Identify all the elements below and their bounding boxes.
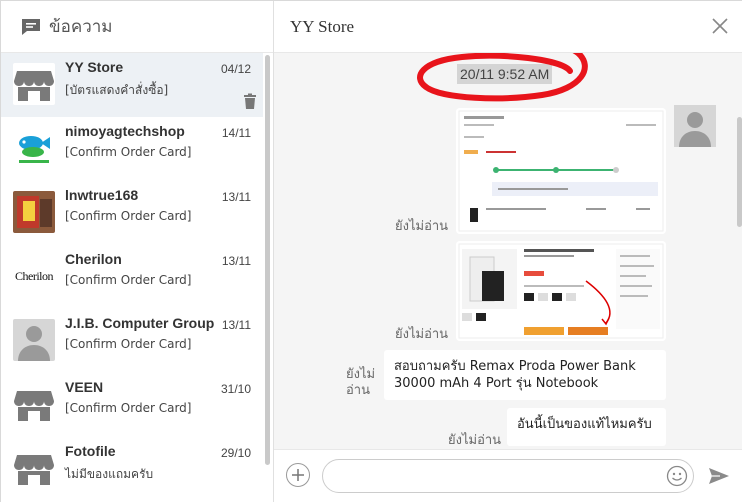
person-icon	[13, 319, 55, 361]
conversation-preview: ไม่มีของแถมครับ	[65, 467, 154, 481]
product-page-image[interactable]	[456, 241, 666, 341]
conversation-name: VEEN	[65, 379, 104, 395]
message-bubble: อันนี้เป็นของแท้ไหมครับ	[507, 408, 666, 446]
chat-store-name: YY Store	[290, 17, 355, 36]
fish-logo	[13, 127, 55, 169]
conversation-preview: [Confirm Order Card]	[65, 337, 192, 351]
sidebar-header: ข้อความ	[1, 1, 273, 53]
read-status: ยังไม่อ่าน	[448, 433, 502, 448]
message-input[interactable]	[322, 459, 694, 493]
conversation-date: 04/12	[220, 62, 251, 76]
conversation-name: YY Store	[65, 59, 124, 75]
chat-panel: YY Store 20/11 9:52 AM ยังไม่อ่าน ยังไม่…	[274, 1, 742, 502]
conversation-name: Fotofile	[65, 443, 116, 459]
conversation-preview: [Confirm Order Card]	[65, 145, 192, 159]
attach-plus-button[interactable]	[286, 463, 310, 487]
conversation-date: 13/11	[221, 254, 251, 268]
conversation-item[interactable]: Fotofile 29/10 ไม่มีของแถมครับ	[1, 437, 263, 501]
conversation-date: 29/10	[220, 446, 251, 460]
conversation-preview: [บัตรแสดงคำสั่งซื้อ]	[65, 83, 169, 97]
read-status: ยังไม่อ่าน	[395, 327, 449, 342]
conversation-preview: [Confirm Order Card]	[65, 273, 192, 287]
chat-icon	[21, 18, 41, 36]
message-area: 20/11 9:52 AM ยังไม่อ่าน ยังไม่อ่าน ยังไ…	[274, 53, 742, 449]
emoji-icon[interactable]	[666, 465, 688, 487]
conversation-date: 13/11	[221, 190, 251, 204]
message-composer	[274, 449, 742, 502]
conversation-date: 14/11	[221, 126, 251, 140]
message-scrollbar[interactable]	[737, 117, 742, 227]
store-icon	[13, 383, 55, 425]
chat-window: ข้อความ YY Store 04/12 [บัตรแสดงคำสั่งซื…	[0, 0, 742, 502]
plus-icon	[292, 469, 304, 481]
conversation-item[interactable]: Cherilon Cherilon 13/11 [Confirm Order C…	[1, 245, 263, 309]
conversation-item[interactable]: J.I.B. Computer Group 13/11 [Confirm Ord…	[1, 309, 263, 373]
chat-header: YY Store	[274, 1, 742, 53]
message-bubble: สอบถามครับ Remax Proda Power Bank 30000 …	[384, 350, 666, 400]
conversation-item[interactable]: nimoyagtechshop 14/11 [Confirm Order Car…	[1, 117, 263, 181]
conversation-name: Cherilon	[65, 251, 122, 267]
close-icon[interactable]	[711, 17, 729, 35]
conversation-item[interactable]: lnwtrue168 13/11 [Confirm Order Card]	[1, 181, 263, 245]
product-photo	[13, 191, 55, 233]
store-icon	[13, 63, 55, 105]
conversation-name: lnwtrue168	[65, 187, 139, 203]
read-status: ยังไม่อ่าน	[395, 219, 449, 234]
cherilon-logo: Cherilon	[13, 255, 55, 297]
conversation-date: 13/11	[221, 318, 251, 332]
send-icon[interactable]	[708, 465, 730, 487]
read-status-line: อ่าน	[346, 383, 370, 398]
conversation-item[interactable]: YY Store 04/12 [บัตรแสดงคำสั่งซื้อ]	[1, 53, 263, 117]
conversation-date: 31/10	[220, 382, 251, 396]
message-timestamp: 20/11 9:52 AM	[457, 64, 553, 84]
read-status-line: ยังไม่	[346, 367, 376, 382]
conversation-name: J.I.B. Computer Group	[65, 315, 215, 331]
sidebar-title: ข้อความ	[49, 17, 113, 37]
cherilon-logo-text: Cherilon	[15, 268, 54, 283]
sidebar-scrollbar[interactable]	[265, 55, 270, 465]
conversation-preview: [Confirm Order Card]	[65, 401, 192, 415]
conversation-preview: [Confirm Order Card]	[65, 209, 192, 223]
conversation-name: nimoyagtechshop	[65, 123, 185, 139]
order-card-image[interactable]	[456, 108, 666, 234]
conversation-item[interactable]: VEEN 31/10 [Confirm Order Card]	[1, 373, 263, 437]
store-icon	[13, 447, 55, 489]
conversation-sidebar: ข้อความ YY Store 04/12 [บัตรแสดงคำสั่งซื…	[1, 1, 274, 502]
user-avatar	[674, 105, 716, 147]
read-status: ยังไม่ อ่าน	[346, 367, 375, 399]
trash-icon[interactable]	[243, 93, 257, 109]
conversation-list: YY Store 04/12 [บัตรแสดงคำสั่งซื้อ] nimo…	[1, 53, 263, 502]
